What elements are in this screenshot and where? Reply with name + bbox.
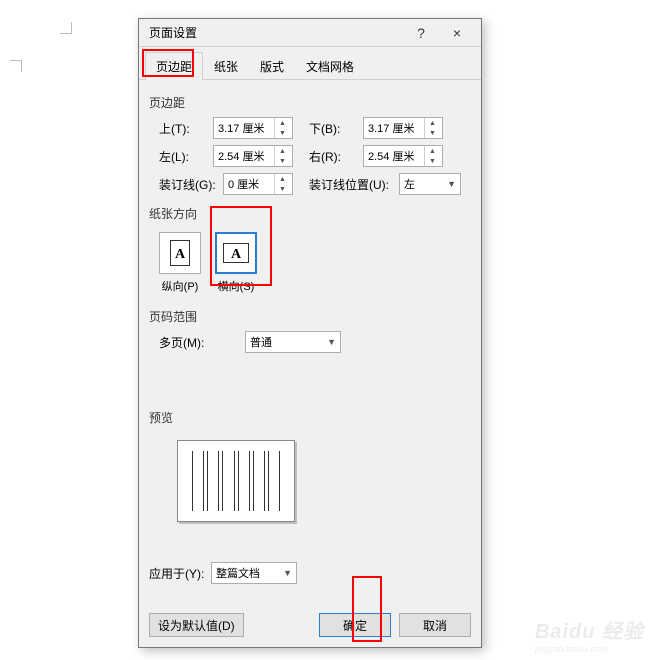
pages-group-label: 页码范围	[149, 308, 471, 325]
gutter-pos-select[interactable]: 左 ▼	[399, 173, 461, 195]
margins-row-topbottom: 上(T): ▲▼ 下(B): ▲▼	[149, 117, 471, 139]
apply-to-select[interactable]: 整篇文档 ▼	[211, 562, 297, 584]
portrait-label: 纵向(P)	[159, 278, 201, 294]
margins-group-label: 页边距	[149, 94, 471, 111]
dialog-title: 页面设置	[149, 24, 403, 41]
svg-text:A: A	[231, 247, 242, 262]
page-corner-mark	[60, 22, 72, 34]
preview-group-label: 预览	[149, 409, 471, 426]
gutter-pos-value: 左	[404, 176, 415, 192]
tab-layout[interactable]: 版式	[249, 52, 295, 80]
gutter-pos-label: 装订线位置(U):	[309, 176, 399, 193]
margins-row-gutter: 装订线(G): ▲▼ 装订线位置(U): 左 ▼	[149, 173, 471, 195]
right-margin-spinner[interactable]: ▲▼	[363, 145, 443, 167]
chevron-down-icon: ▼	[327, 337, 336, 347]
multi-pages-value: 普通	[250, 334, 272, 350]
tab-margins[interactable]: 页边距	[145, 52, 203, 80]
apply-to-value: 整篇文档	[216, 565, 260, 581]
apply-row: 应用于(Y): 整篇文档 ▼	[149, 562, 471, 584]
orientation-landscape[interactable]: A 横向(S)	[215, 232, 257, 294]
tab-grid[interactable]: 文档网格	[295, 52, 365, 80]
chevron-down-icon: ▼	[447, 179, 456, 189]
preview-area	[177, 440, 295, 522]
left-margin-label: 左(L):	[159, 148, 213, 165]
tab-strip: 页边距 纸张 版式 文档网格	[139, 47, 481, 80]
help-button[interactable]: ?	[403, 21, 439, 45]
top-margin-label: 上(T):	[159, 120, 213, 137]
top-margin-input[interactable]	[214, 118, 274, 138]
titlebar: 页面设置 ? ×	[139, 19, 481, 47]
orientation-portrait[interactable]: A 纵向(P)	[159, 232, 201, 294]
svg-text:A: A	[175, 247, 186, 262]
gutter-spinner[interactable]: ▲▼	[223, 173, 293, 195]
spinner-buttons[interactable]: ▲▼	[274, 174, 290, 194]
right-margin-input[interactable]	[364, 146, 424, 166]
spinner-buttons[interactable]: ▲▼	[274, 146, 290, 166]
watermark: Baidu 经验 jingyan.baidu.com	[535, 615, 644, 654]
left-margin-spinner[interactable]: ▲▼	[213, 145, 293, 167]
landscape-icon: A	[215, 232, 257, 274]
apply-to-label: 应用于(Y):	[149, 565, 211, 582]
multi-pages-select[interactable]: 普通 ▼	[245, 331, 341, 353]
orientation-row: A 纵向(P) A 横向(S)	[149, 228, 471, 298]
bottom-margin-input[interactable]	[364, 118, 424, 138]
page-corner-mark	[10, 60, 22, 72]
landscape-label: 横向(S)	[215, 278, 257, 294]
spinner-buttons[interactable]: ▲▼	[274, 118, 290, 138]
multi-pages-label: 多页(M):	[159, 334, 215, 351]
spinner-buttons[interactable]: ▲▼	[424, 146, 440, 166]
bottom-margin-label: 下(B):	[309, 120, 363, 137]
orientation-group-label: 纸张方向	[149, 205, 471, 222]
portrait-icon: A	[159, 232, 201, 274]
dialog-footer: 设为默认值(D) 确定 取消	[139, 605, 481, 647]
pages-row: 多页(M): 普通 ▼	[149, 331, 471, 353]
spinner-buttons[interactable]: ▲▼	[424, 118, 440, 138]
chevron-down-icon: ▼	[283, 568, 292, 578]
margins-row-leftright: 左(L): ▲▼ 右(R): ▲▼	[149, 145, 471, 167]
right-margin-label: 右(R):	[309, 148, 363, 165]
dialog-body: 页边距 上(T): ▲▼ 下(B): ▲▼ 左(L): ▲▼ 右(R):	[139, 80, 481, 605]
left-margin-input[interactable]	[214, 146, 274, 166]
gutter-input[interactable]	[224, 174, 274, 194]
bottom-margin-spinner[interactable]: ▲▼	[363, 117, 443, 139]
ok-button[interactable]: 确定	[319, 613, 391, 637]
close-button[interactable]: ×	[439, 21, 475, 45]
set-default-button[interactable]: 设为默认值(D)	[149, 613, 244, 637]
cancel-button[interactable]: 取消	[399, 613, 471, 637]
tab-paper[interactable]: 纸张	[203, 52, 249, 80]
page-setup-dialog: 页面设置 ? × 页边距 纸张 版式 文档网格 页边距 上(T): ▲▼ 下(B…	[138, 18, 482, 648]
top-margin-spinner[interactable]: ▲▼	[213, 117, 293, 139]
gutter-label: 装订线(G):	[159, 176, 223, 193]
